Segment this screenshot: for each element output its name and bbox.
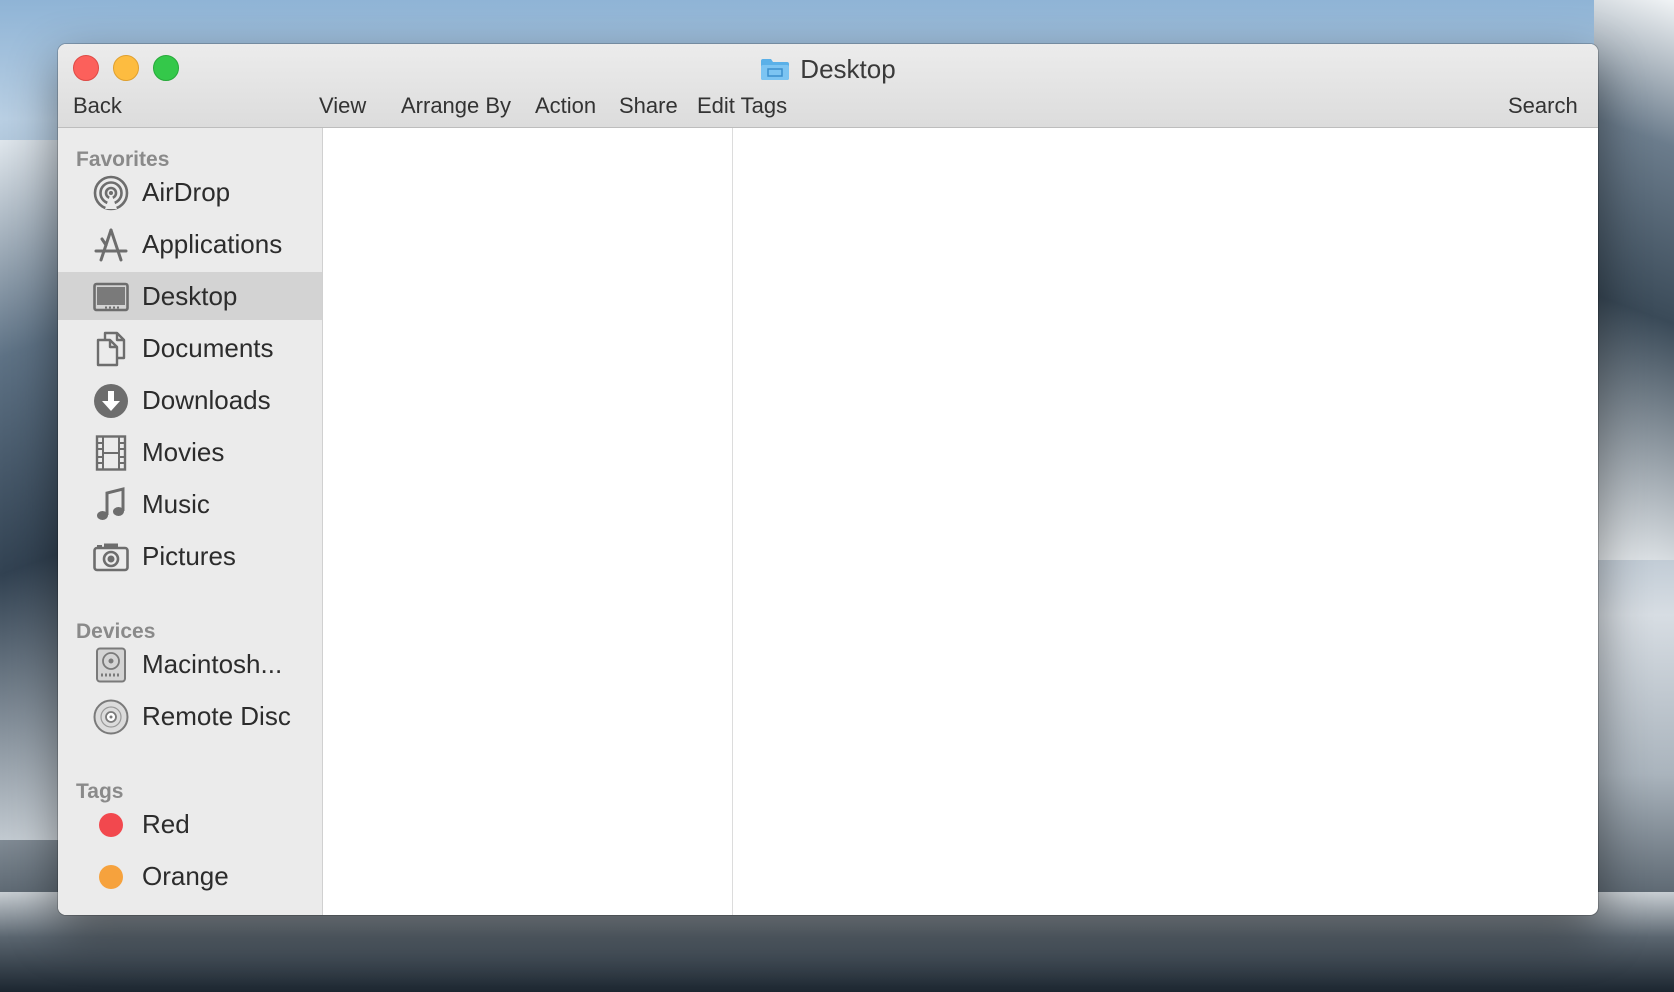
- view-button[interactable]: View: [319, 91, 366, 121]
- wallpaper-mountain-right: [1594, 0, 1674, 560]
- window-title: Desktop: [800, 53, 896, 84]
- documents-icon: [96, 331, 126, 367]
- sidebar-item-label: Movies: [142, 437, 225, 467]
- sidebar-item-remote-disc[interactable]: Remote Disc: [58, 692, 322, 740]
- sidebar-item-macintosh-hd[interactable]: Macintosh...: [58, 640, 322, 688]
- search-button[interactable]: Search: [1508, 91, 1578, 121]
- file-column-2[interactable]: [733, 128, 1598, 915]
- sidebar-item-pictures[interactable]: Pictures: [58, 532, 322, 580]
- action-button[interactable]: Action: [535, 91, 596, 121]
- tag-red-swatch: [99, 813, 123, 837]
- tag-orange-swatch: [99, 865, 123, 889]
- downloads-icon: [94, 384, 128, 418]
- sidebar-item-label: Remote Disc: [142, 701, 291, 731]
- titlebar: Desktop Back View Arrange By Action Shar…: [58, 44, 1598, 128]
- window-title-group: Desktop: [58, 51, 1598, 87]
- sidebar-item-label: Orange: [142, 861, 229, 891]
- sidebar-item-label: Downloads: [142, 385, 271, 415]
- finder-window: Desktop Back View Arrange By Action Shar…: [58, 44, 1598, 915]
- sidebar-item-label: Pictures: [142, 541, 236, 571]
- tag-dot-icon: [99, 813, 123, 837]
- sidebar-item-label: Music: [142, 489, 210, 519]
- arrange-by-button[interactable]: Arrange By: [401, 91, 511, 121]
- sidebar-item-documents[interactable]: Documents: [58, 324, 322, 372]
- sidebar-item-movies[interactable]: Movies: [58, 428, 322, 476]
- sidebar-item-label: Macintosh...: [142, 649, 283, 679]
- movies-icon: [95, 435, 127, 471]
- sidebar-item-label: Applications: [142, 229, 283, 259]
- file-column-1[interactable]: [323, 128, 732, 915]
- airdrop-icon: [93, 175, 129, 211]
- sidebar: Favorites AirDrop Applications Desktop D…: [58, 128, 323, 915]
- tag-dot-icon: [99, 865, 123, 889]
- sidebar-item-applications[interactable]: Applications: [58, 220, 322, 268]
- folder-icon: [761, 59, 790, 80]
- remote-disc-icon: [93, 699, 129, 735]
- edit-tags-button[interactable]: Edit Tags: [697, 91, 787, 121]
- sidebar-item-desktop[interactable]: Desktop: [58, 272, 322, 320]
- sidebar-item-label: Red: [142, 809, 190, 839]
- sidebar-item-label: Desktop: [142, 281, 238, 311]
- desktop-icon: [93, 282, 129, 312]
- sidebar-item-label: Documents: [142, 333, 274, 363]
- sidebar-item-tag-red[interactable]: Red: [58, 800, 322, 848]
- sidebar-item-music[interactable]: Music: [58, 480, 322, 528]
- sidebar-item-downloads[interactable]: Downloads: [58, 376, 322, 424]
- back-button[interactable]: Back: [73, 91, 122, 121]
- share-button[interactable]: Share: [619, 91, 678, 121]
- sidebar-item-tag-orange[interactable]: Orange: [58, 852, 322, 900]
- applications-icon: [94, 228, 128, 262]
- sidebar-item-label: AirDrop: [142, 177, 231, 207]
- hard-drive-icon: [96, 647, 126, 683]
- camera-icon: [93, 543, 129, 572]
- sidebar-item-airdrop[interactable]: AirDrop: [58, 168, 322, 216]
- music-note-icon: [97, 487, 125, 520]
